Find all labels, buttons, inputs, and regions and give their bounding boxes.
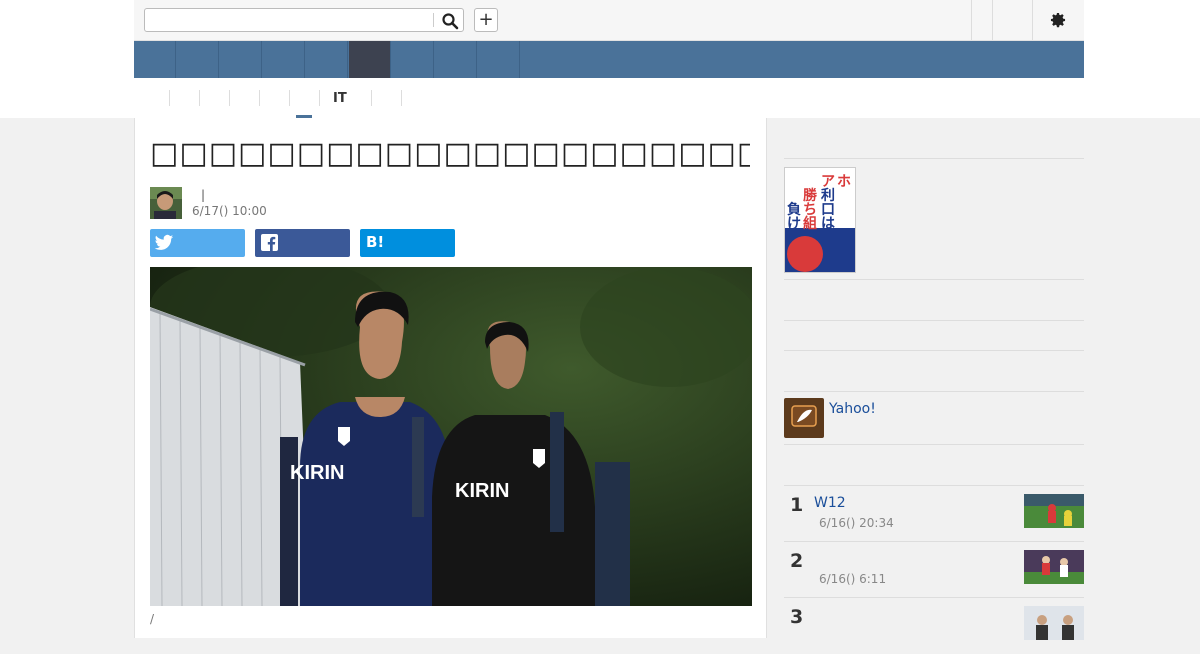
topbar-divider: [971, 0, 972, 40]
top-bar: +: [134, 0, 1084, 41]
feather-icon[interactable]: [784, 398, 824, 438]
global-nav-item[interactable]: [263, 41, 305, 78]
search-icon[interactable]: [441, 12, 459, 30]
svg-text:組: 組: [803, 215, 817, 232]
category-divider: [319, 90, 320, 106]
ranking-thumbnail[interactable]: [1024, 550, 1084, 584]
ranking-item[interactable]: 1 W12 6/16() 20:34: [784, 486, 1084, 542]
author-avatar[interactable]: [150, 187, 182, 219]
sidebar: ア ホ 勝 利 負 ち 口 け 組 は Yahoo! 1 W12 6/16() …: [784, 118, 1084, 640]
category-divider: [371, 90, 372, 106]
category-nav: IT: [134, 78, 1084, 118]
category-divider: [169, 90, 170, 106]
gear-icon[interactable]: [1049, 11, 1067, 29]
ranking-item[interactable]: 3: [784, 598, 1084, 654]
shirt-text-right: KIRIN: [455, 480, 509, 502]
facebook-f-icon: [261, 234, 278, 251]
sidebar-divider: [784, 158, 1084, 159]
category-tab-it[interactable]: IT: [333, 91, 347, 106]
global-nav-item[interactable]: [134, 41, 176, 78]
ranking-date: 6/16() 20:34: [819, 516, 894, 530]
article: □□□□□□□□□□□□□□□□□□□□□□□□□□□□□□□□□□□□□□□□…: [134, 118, 767, 638]
ranking-date: 6/16() 6:11: [819, 572, 887, 586]
twitter-share-button[interactable]: [150, 229, 245, 257]
search-box: [144, 8, 464, 32]
ranking-thumbnail[interactable]: [1024, 494, 1084, 528]
svg-text:け: け: [787, 216, 801, 232]
svg-text:ホ: ホ: [837, 174, 851, 190]
global-nav: [134, 41, 1084, 78]
ranking-number: 3: [790, 606, 804, 628]
sidebar-divider: [784, 391, 1084, 392]
topbar-divider: [992, 0, 993, 40]
ranking-title[interactable]: W12: [814, 495, 846, 511]
topbar-divider: [1032, 0, 1033, 40]
ranking-number: 1: [790, 494, 804, 516]
sidebar-divider: [784, 320, 1084, 321]
plus-icon: +: [478, 9, 494, 30]
category-divider: [401, 90, 402, 106]
feather-icon-glyph: [791, 405, 817, 427]
category-divider: [229, 90, 230, 106]
category-divider: [289, 90, 290, 106]
article-photo[interactable]: KIRIN KIRIN: [150, 267, 752, 606]
ranking-number: 2: [790, 550, 804, 572]
article-title: □□□□□□□□□□□□□□□□□□□□□□□□□□□□□□□□□□□□□□□□…: [150, 136, 750, 171]
author-separator: |: [201, 188, 206, 202]
global-nav-item[interactable]: [435, 41, 477, 78]
category-divider: [199, 90, 200, 106]
category-divider: [259, 90, 260, 106]
sidebar-divider: [784, 444, 1084, 445]
yahoo-link[interactable]: Yahoo!: [829, 401, 876, 417]
ranking-item[interactable]: 2 6/16() 6:11: [784, 542, 1084, 598]
twitter-bird-icon: [154, 234, 174, 250]
hatena-bookmark-button[interactable]: B!: [360, 229, 455, 257]
svg-text:は: は: [821, 216, 835, 232]
article-date: 6/17() 10:00: [192, 204, 267, 218]
sidebar-divider: [784, 279, 1084, 280]
global-nav-item-active[interactable]: [349, 41, 391, 78]
global-nav-item[interactable]: [306, 41, 348, 78]
global-nav-item[interactable]: [478, 41, 520, 78]
sidebar-divider: [784, 350, 1084, 351]
search-input[interactable]: [149, 11, 433, 31]
photo-caption: /: [150, 612, 155, 626]
global-nav-item[interactable]: [220, 41, 262, 78]
shirt-text-left: KIRIN: [290, 462, 344, 484]
add-button[interactable]: +: [474, 8, 498, 32]
facebook-share-button[interactable]: [255, 229, 350, 257]
book-cover-image[interactable]: ア ホ 勝 利 負 ち 口 け 組 は: [784, 167, 856, 273]
hatena-icon: B!: [366, 233, 385, 251]
global-nav-item[interactable]: [392, 41, 434, 78]
search-divider: [433, 13, 434, 27]
global-nav-item[interactable]: [177, 41, 219, 78]
ranking-thumbnail[interactable]: [1024, 606, 1084, 640]
